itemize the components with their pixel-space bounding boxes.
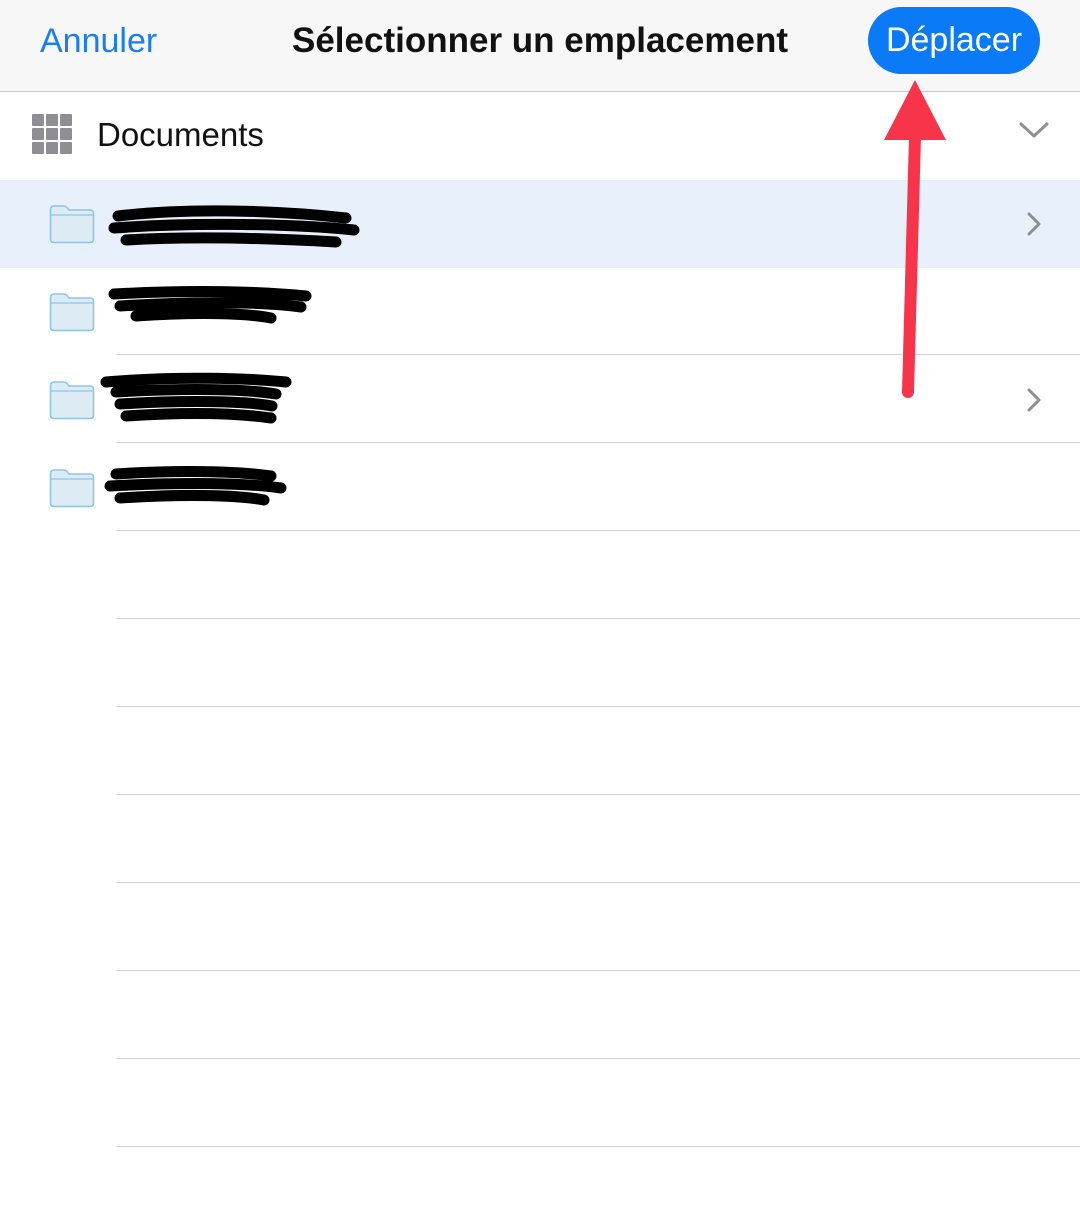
row-separator: [116, 1058, 1080, 1059]
chevron-right-icon: [1027, 388, 1041, 412]
redaction-scribble: [108, 286, 312, 324]
location-selector[interactable]: Documents: [0, 92, 1080, 179]
row-separator: [116, 530, 1080, 531]
folder-icon: [49, 293, 95, 332]
folder-row[interactable]: [0, 268, 1080, 356]
location-label: Documents: [97, 116, 264, 153]
row-separator: [116, 442, 1080, 443]
redaction-scribble: [104, 466, 287, 506]
grid-icon: [32, 114, 73, 156]
folder-row[interactable]: [0, 180, 1080, 268]
cancel-button[interactable]: Annuler: [40, 20, 157, 62]
redaction-scribble: [108, 205, 360, 248]
row-separator: [116, 354, 1080, 355]
row-separator: [116, 882, 1080, 883]
row-separator: [116, 970, 1080, 971]
folder-icon: [49, 469, 95, 508]
row-separator: [116, 618, 1080, 619]
redaction-scribble: [100, 372, 292, 424]
row-separator: [116, 706, 1080, 707]
row-separator: [116, 1146, 1080, 1147]
row-separator: [116, 794, 1080, 795]
chevron-down-icon: [1019, 122, 1049, 138]
folder-row[interactable]: [0, 444, 1080, 532]
folder-icon: [49, 205, 95, 244]
folder-icon: [49, 381, 95, 420]
move-button[interactable]: Déplacer: [868, 7, 1040, 74]
navigation-bar: Annuler Sélectionner un emplacement Dépl…: [0, 0, 1080, 92]
move-location-picker: Annuler Sélectionner un emplacement Dépl…: [0, 0, 1080, 1223]
chevron-right-icon: [1027, 212, 1041, 236]
folder-row[interactable]: [0, 356, 1080, 444]
